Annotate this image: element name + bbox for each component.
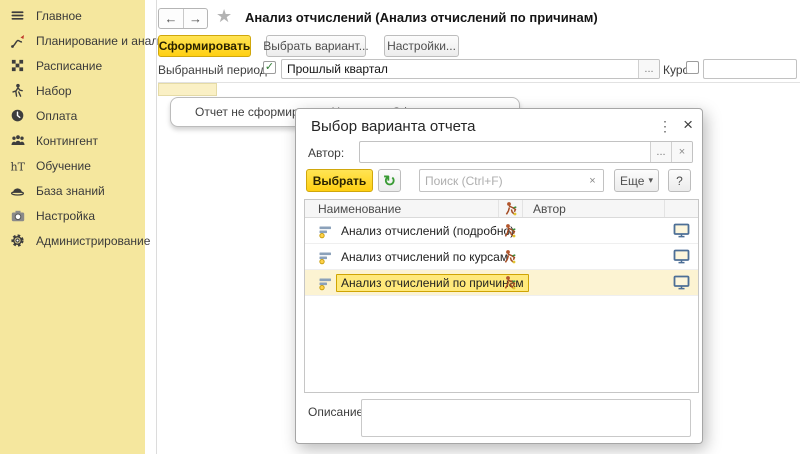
back-arrow-icon[interactable]: ← [159,9,183,28]
monitor-icon [673,223,690,238]
column-header-author[interactable]: Автор [522,200,664,217]
knowledge-base-icon [9,182,26,199]
course-input[interactable] [704,60,796,78]
setup-camera-icon [9,207,26,224]
variant-author [522,244,664,269]
column-header-author-icon[interactable] [498,200,522,217]
settings-button[interactable]: Настройки... [384,35,459,57]
dialog-menu-icon[interactable]: ⋮ [658,118,672,135]
report-variant-dialog: Выбор варианта отчета ⋮ × Автор: ... × В… [295,108,703,444]
author-label: Автор: [308,146,345,160]
variant-name: Анализ отчислений (подробно) [341,223,515,238]
planning-chart-icon [9,32,26,49]
monitor-icon [673,249,690,264]
variant-author [522,270,664,295]
sidebar-item[interactable]: Администрирование [0,228,150,253]
description-label: Описание: [308,405,367,419]
report-area-border [158,82,800,83]
svg-text:hT: hT [10,160,25,173]
sidebar-item-label: Набор [36,83,72,98]
variant-row[interactable]: Анализ отчислений по курсам [305,244,698,270]
variant-list: Наименование Автор Анализ отчислений (по… [304,199,699,393]
report-variant-icon [318,249,333,265]
sidebar-item[interactable]: hT Обучение [0,153,145,178]
sidebar-items: Главное Планирование и анализ Расписание… [0,0,170,253]
variant-author [522,218,664,243]
favorite-star-icon[interactable]: ★ [216,6,232,27]
sidebar-item-label: Администрирование [36,233,151,248]
sidebar-divider [156,0,157,454]
help-button[interactable]: ? [668,169,691,192]
close-icon[interactable]: × [683,115,693,135]
page-title: Анализ отчислений (Анализ отчислений по … [245,10,598,25]
sidebar-item-label: Планирование и анализ [36,33,171,48]
sidebar-item-label: Настройка [36,208,96,223]
contingent-people-icon [9,132,26,149]
author-person-icon [503,223,517,238]
author-field: ... × [359,141,693,163]
search-input[interactable] [420,170,582,191]
dialog-title: Выбор варианта отчета [311,118,476,135]
sidebar-item[interactable]: Планирование и анализ [0,28,170,53]
period-checkbox[interactable]: ✓ [263,61,276,74]
description-textarea[interactable] [361,399,691,437]
report-corner-cell [158,83,217,96]
recruitment-person-icon [9,82,26,99]
administration-gear-icon [9,232,26,249]
column-header-availability[interactable] [664,200,698,217]
variant-list-header: Наименование Автор [305,200,698,218]
payment-icon [9,107,26,124]
sidebar-item[interactable]: Контингент [0,128,145,153]
variant-row[interactable]: Анализ отчислений (подробно) [305,218,698,244]
report-variant-icon [318,223,333,239]
forward-arrow-icon[interactable]: → [183,9,207,28]
history-nav: ← → [158,8,208,29]
sidebar-item[interactable]: Настройка [0,203,145,228]
period-label: Выбранный период: [158,63,271,77]
course-field [703,59,797,79]
generate-button[interactable]: Сформировать [158,35,251,57]
sidebar-item-label: Контингент [36,133,99,148]
sidebar-item[interactable]: Расписание [0,53,145,78]
chevron-down-icon: ▾ [648,175,653,185]
sidebar-item-label: Главное [36,8,82,23]
sidebar-item[interactable]: Набор [0,78,145,103]
author-person-icon [504,201,518,216]
sidebar-item-label: Оплата [36,108,78,123]
author-clear-button[interactable]: × [671,142,692,162]
period-input[interactable] [282,60,638,78]
menu-icon [9,7,26,24]
variant-name: Анализ отчислений по курсам [341,249,509,264]
refresh-icon[interactable]: ↻ [378,169,401,192]
sidebar-item[interactable]: Оплата [0,103,145,128]
author-ellipsis-button[interactable]: ... [650,142,671,162]
more-button[interactable]: Еще ▾ [614,169,659,192]
period-field: ... [281,59,660,79]
training-icon: hT [9,157,26,174]
sidebar-item-label: Обучение [36,158,91,173]
course-checkbox[interactable] [686,61,699,74]
author-input[interactable] [360,142,650,162]
sidebar-item[interactable]: База знаний [0,178,145,203]
report-variant-icon [318,275,333,291]
schedule-grid-icon [9,57,26,74]
sidebar-item[interactable]: Главное [0,3,145,28]
period-ellipsis-button[interactable]: ... [638,60,659,78]
choose-variant-button[interactable]: Выбрать вариант... [263,35,369,57]
search-field: × [419,169,604,192]
variant-row[interactable]: Анализ отчислений по причинам [305,270,698,296]
select-button[interactable]: Выбрать [306,169,373,192]
variant-rows: Анализ отчислений (подробно) Анализ отчи… [305,218,698,296]
sidebar: Главное Планирование и анализ Расписание… [0,0,170,454]
search-clear-icon[interactable]: × [582,170,603,191]
author-person-icon [503,249,517,264]
sidebar-item-label: Расписание [36,58,103,73]
column-header-name[interactable]: Наименование [305,200,498,217]
sidebar-item-label: База знаний [36,183,105,198]
monitor-icon [673,275,690,290]
author-person-icon [503,275,517,290]
